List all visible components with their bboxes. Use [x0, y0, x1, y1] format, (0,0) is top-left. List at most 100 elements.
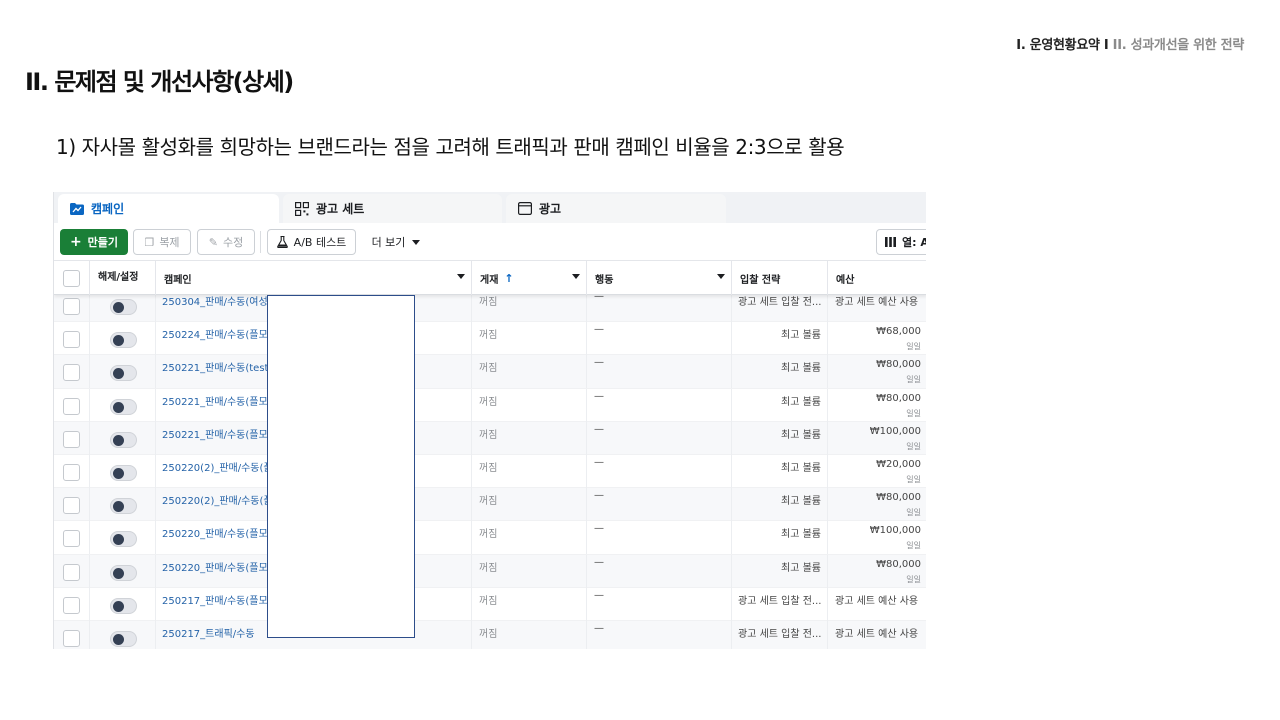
- campaign-toggle[interactable]: [110, 630, 137, 647]
- publish-cell: 꺼짐: [472, 554, 587, 588]
- campaign-name-link[interactable]: 250221_판매/수동(test)_: [162, 359, 277, 374]
- budget-amount: 광고 세트 예산 사용: [835, 297, 919, 308]
- budget-cell: ₩80,000 일일: [828, 355, 926, 388]
- campaign-name-link[interactable]: 250221_판매/수동(플모)_: [162, 393, 277, 408]
- header-campaign[interactable]: 캠페인: [156, 261, 472, 295]
- row-select-cell: [54, 521, 90, 555]
- chevron-down-icon: [412, 239, 421, 245]
- ab-test-button[interactable]: A/B 테스트: [267, 229, 356, 255]
- chevron-down-icon[interactable]: [717, 274, 725, 279]
- header-select-all[interactable]: [54, 261, 90, 295]
- campaign-toggle[interactable]: [110, 564, 137, 581]
- create-button[interactable]: + 만들기: [60, 229, 128, 255]
- columns-button[interactable]: 열: Al: [876, 229, 926, 255]
- toggle-knob: [113, 335, 124, 347]
- campaign-toggle[interactable]: [110, 398, 137, 415]
- campaign-name-link[interactable]: 250221_판매/수동(플모)_: [162, 426, 277, 441]
- publish-status: 꺼짐: [479, 363, 498, 375]
- campaign-name-link[interactable]: 250217_트래픽/수동: [162, 625, 255, 640]
- campaign-toggle[interactable]: [110, 498, 137, 515]
- bid-cell: 최고 볼륨: [732, 388, 828, 422]
- row-checkbox[interactable]: [63, 463, 80, 481]
- chevron-down-icon[interactable]: [457, 274, 465, 279]
- publish-status: 꺼짐: [479, 562, 498, 574]
- row-checkbox[interactable]: [63, 563, 80, 581]
- campaign-name-link[interactable]: 250304_판매/수동(여성: [162, 293, 268, 308]
- row-checkbox[interactable]: [63, 430, 80, 448]
- campaign-name-link[interactable]: 250220(2)_판매/수동(플: [162, 492, 273, 507]
- row-checkbox[interactable]: [63, 331, 80, 349]
- header-budget[interactable]: 예산: [828, 261, 926, 295]
- table-row[interactable]: 250224_판매/수동(플모)_ 음) 꺼짐 — 최고 볼륨 ₩68,000 일일: [54, 322, 926, 356]
- bid-strategy: 최고 볼륨: [781, 562, 821, 574]
- campaign-toggle[interactable]: [110, 431, 137, 448]
- bid-cell: 최고 볼륨: [732, 554, 828, 588]
- table-row[interactable]: 250220_판매/수동(플모)_ 꺼짐 — 최고 볼륨 ₩80,000 일일: [54, 554, 926, 588]
- row-checkbox[interactable]: [63, 530, 80, 548]
- table-row[interactable]: 250221_판매/수동(test)_ 꺼짐 — 최고 볼륨 ₩80,000 일일: [54, 355, 926, 389]
- columns-label: 열: Al: [902, 236, 926, 249]
- chevron-down-icon[interactable]: [572, 274, 580, 279]
- campaign-name-link[interactable]: 250217_판매/수동(플모)_: [162, 592, 277, 607]
- toggle-knob: [113, 467, 124, 479]
- publish-cell: 꺼짐: [472, 355, 587, 389]
- budget-amount: ₩100,000: [869, 425, 921, 437]
- action-cell: —: [587, 322, 732, 356]
- row-toggle-cell: [90, 554, 156, 588]
- campaign-toggle[interactable]: [110, 299, 137, 315]
- row-select-cell: [54, 488, 90, 522]
- toolbar-divider: [260, 231, 261, 253]
- tab-ads[interactable]: 광고: [506, 194, 726, 223]
- row-toggle-cell: [90, 388, 156, 422]
- edit-button[interactable]: ✎ 수정: [197, 229, 255, 255]
- row-checkbox[interactable]: [63, 298, 80, 315]
- row-select-cell: [54, 587, 90, 621]
- row-checkbox[interactable]: [63, 596, 80, 614]
- tab-campaign-label: 캠페인: [91, 202, 125, 216]
- campaign-toggle[interactable]: [110, 464, 137, 481]
- row-checkbox[interactable]: [63, 497, 80, 515]
- campaign-name-link[interactable]: 250220(2)_판매/수동(플: [162, 459, 273, 474]
- row-select-cell: [54, 554, 90, 588]
- action-cell: —: [587, 388, 732, 422]
- budget-cell: 광고 세트 예산 사용: [828, 588, 926, 621]
- more-dropdown[interactable]: 더 보기: [364, 229, 428, 255]
- bid-strategy: 최고 볼륨: [781, 496, 821, 508]
- header-publish[interactable]: 게재 ↑: [472, 261, 587, 295]
- campaign-toggle[interactable]: [110, 332, 137, 349]
- budget-period: 일일: [906, 541, 921, 551]
- row-checkbox[interactable]: [63, 364, 80, 382]
- table-row[interactable]: 250220(2)_판매/수동(플 꺼짐 — 최고 볼륨 ₩20,000 일일: [54, 454, 926, 489]
- publish-status: 꺼짐: [479, 462, 498, 474]
- tab-campaign[interactable]: 캠페인: [58, 194, 279, 223]
- campaign-name-link[interactable]: 250220_판매/수동(플모)_: [162, 559, 277, 574]
- header-bid[interactable]: 입찰 전략: [732, 261, 828, 295]
- duplicate-button[interactable]: ❐ 복제: [133, 229, 191, 255]
- tab-adsets[interactable]: 광고 세트: [283, 194, 502, 223]
- table-row[interactable]: 250217_판매/수동(플모)_ 꺼짐 — 광고 세트 입찰 전... 광고 세트 예…: [54, 587, 926, 621]
- bid-strategy: 최고 볼륨: [781, 396, 821, 408]
- campaign-toggle[interactable]: [110, 531, 137, 548]
- table-row[interactable]: 250220(2)_판매/수동(플 꺼짐 — 최고 볼륨 ₩80,000 일일: [54, 488, 926, 522]
- row-checkbox[interactable]: [63, 397, 80, 415]
- table-row[interactable]: 250217_트래픽/수동 꺼짐 — 광고 세트 입찰 전... 광고 세트 예산 사용: [54, 620, 926, 649]
- action-cell: —: [587, 488, 732, 522]
- budget-period: 일일: [906, 408, 921, 418]
- campaign-toggle[interactable]: [110, 597, 137, 614]
- campaign-toggle[interactable]: [110, 365, 137, 382]
- select-all-checkbox[interactable]: [63, 270, 80, 287]
- bid-cell: 최고 볼륨: [732, 355, 828, 389]
- budget-cell: ₩80,000 일일: [828, 555, 926, 588]
- table-row[interactable]: 250220_판매/수동(플모)_ 꺼짐 — 최고 볼륨 ₩100,000 일일: [54, 521, 926, 555]
- copy-icon: ❐: [144, 235, 155, 249]
- table-row[interactable]: 250221_판매/수동(플모)_ 꺼짐 — 최고 볼륨 ₩100,000 일일: [54, 421, 926, 455]
- row-checkbox[interactable]: [63, 629, 80, 647]
- budget-cell: ₩68,000 일일: [828, 322, 926, 355]
- publish-status: 꺼짐: [479, 396, 498, 408]
- publish-cell: 꺼짐: [472, 488, 587, 522]
- campaign-name-link[interactable]: 250220_판매/수동(플모)_: [162, 525, 277, 540]
- table-row[interactable]: 250221_판매/수동(플모)_ 꺼짐 — 최고 볼륨 ₩80,000 일일: [54, 388, 926, 422]
- bid-strategy: 최고 볼륨: [781, 462, 821, 474]
- publish-status: 꺼짐: [479, 429, 498, 441]
- header-action[interactable]: 행동: [587, 261, 732, 295]
